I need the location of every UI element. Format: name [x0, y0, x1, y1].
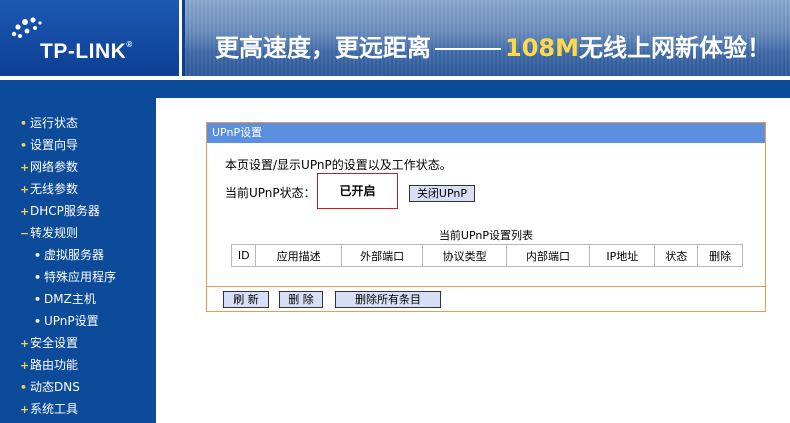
- delete-all-button[interactable]: 删除所有条目: [335, 291, 441, 308]
- slogan-text: 更高速度，更远距离 108M无线上网新体验！: [215, 34, 771, 62]
- sidebar-item-forwarding[interactable]: −转发规则: [20, 225, 78, 241]
- tplink-logo-icon: [11, 17, 42, 38]
- sidebar-item-dhcp[interactable]: +DHCP服务器: [20, 203, 100, 219]
- col-protocol: 协议类型: [422, 244, 507, 267]
- sidebar-item-virtual-server[interactable]: • 虚拟服务器: [34, 247, 104, 263]
- page-description: 本页设置/显示UPnP的设置以及工作状态。: [225, 158, 452, 172]
- sidebar-item-ddns[interactable]: • 动态DNS: [20, 379, 80, 395]
- delete-button[interactable]: 删 除: [279, 291, 323, 308]
- col-delete: 删除: [697, 244, 743, 267]
- table-header-row: ID 应用描述 外部端口 协议类型 内部端口 IP地址 状态 删除: [230, 244, 743, 267]
- sidebar-item-wireless[interactable]: +无线参数: [20, 181, 78, 197]
- header-banner: TP-LINK® 更高速度，更远距离 108M无线上网新体验！: [0, 0, 790, 80]
- logo-area: TP-LINK®: [0, 0, 182, 76]
- upnp-table: ID 应用描述 外部端口 协议类型 内部端口 IP地址 状态 删除: [230, 244, 743, 267]
- sidebar-item-status[interactable]: • 运行状态: [20, 115, 78, 131]
- col-status: 状态: [654, 244, 699, 267]
- sidebar-item-system-tools[interactable]: +系统工具: [20, 401, 78, 417]
- sidebar-item-security[interactable]: +安全设置: [20, 335, 78, 351]
- sidebar-item-network[interactable]: +网络参数: [20, 159, 78, 175]
- upnp-status-value: 已开启: [317, 173, 398, 209]
- logo-text: TP-LINK®: [40, 40, 133, 63]
- panel-divider: [207, 286, 765, 287]
- sidebar-item-special-app[interactable]: • 特殊应用程序: [34, 269, 116, 285]
- sidebar-item-upnp[interactable]: • UPnP设置: [34, 313, 99, 329]
- col-description: 应用描述: [255, 244, 342, 267]
- sidebar-item-dmz[interactable]: • DMZ主机: [34, 291, 96, 307]
- sidebar-item-wizard[interactable]: • 设置向导: [20, 137, 78, 153]
- upnp-status-label: 当前UPnP状态：: [225, 186, 316, 200]
- panel-title: UPnP设置: [207, 123, 765, 143]
- upnp-panel: UPnP设置 本页设置/显示UPnP的设置以及工作状态。 当前UPnP状态： 已…: [206, 122, 766, 312]
- sidebar-item-routing[interactable]: +路由功能: [20, 357, 78, 373]
- slogan-banner: 更高速度，更远距离 108M无线上网新体验！: [185, 0, 790, 76]
- col-id: ID: [230, 244, 257, 267]
- toggle-upnp-button[interactable]: 关闭UPnP: [409, 185, 475, 202]
- col-internal-port: 内部端口: [505, 244, 591, 267]
- table-caption: 当前UPnP设置列表: [438, 229, 534, 242]
- col-ip-address: IP地址: [589, 244, 656, 267]
- col-external-port: 外部端口: [340, 244, 424, 267]
- refresh-button[interactable]: 刷 新: [223, 291, 269, 308]
- header-band: [0, 80, 790, 98]
